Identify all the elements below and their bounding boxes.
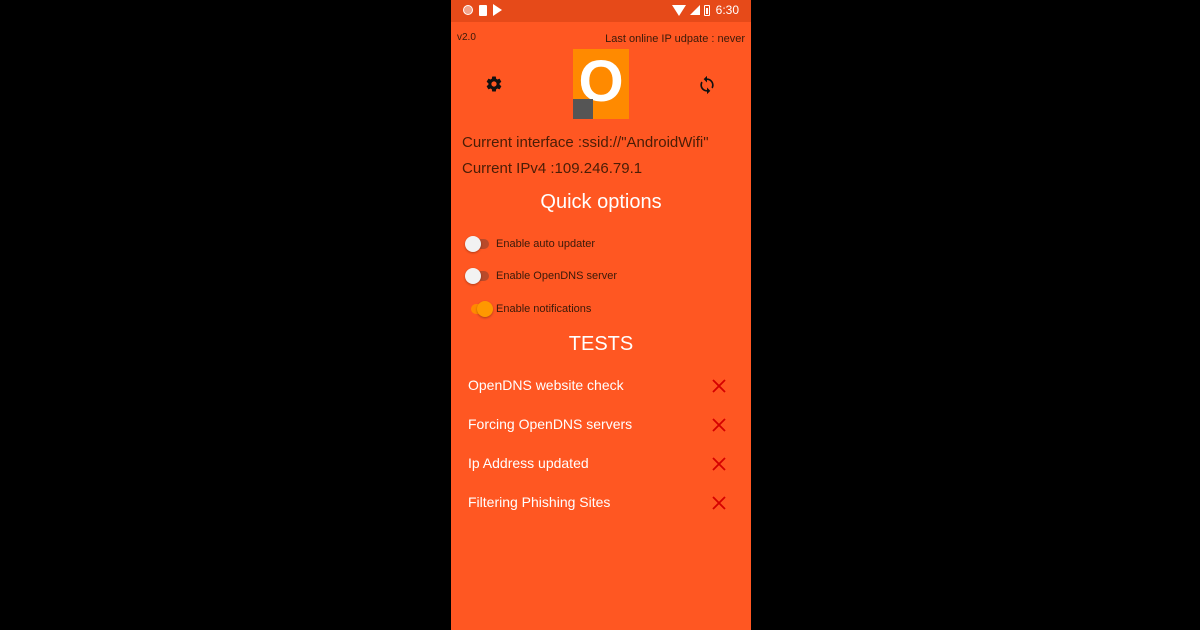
status-time: 6:30 [715,3,739,17]
option-label: Enable notifications [496,303,592,315]
fail-x-icon [712,457,726,471]
app-logo: O [573,49,629,119]
record-icon [463,5,473,15]
fail-x-icon [712,496,726,510]
gear-icon[interactable] [485,75,503,93]
test-row: OpenDNS website check [468,377,738,399]
wifi-icon [671,4,686,16]
logo-sync-badge [573,99,593,119]
last-update-text: Last online IP udpate : never [605,33,745,45]
test-label: Filtering Phishing Sites [468,494,611,510]
current-ipv4: Current IPv4 :109.246.79.1 [462,160,643,177]
notifications-toggle[interactable] [465,301,493,317]
test-row: Ip Address updated [468,455,738,477]
signal-icon [689,5,700,15]
option-label: Enable auto updater [496,238,596,250]
option-label: Enable OpenDNS server [496,270,618,282]
opendns-server-toggle[interactable] [465,268,489,284]
version-label: v2.0 [457,32,476,43]
fail-x-icon [712,418,726,432]
test-row: Filtering Phishing Sites [468,494,738,516]
option-notifications[interactable]: Enable notifications [465,300,591,318]
option-auto-updater[interactable]: Enable auto updater [465,235,595,253]
battery-icon [703,4,710,16]
test-label: OpenDNS website check [468,377,624,393]
app-screen: 6:30 v2.0 Last online IP udpate : never … [451,0,751,630]
test-row: Forcing OpenDNS servers [468,416,738,438]
status-bar: 6:30 [451,0,751,22]
tests-title: TESTS [568,333,634,355]
option-opendns-server[interactable]: Enable OpenDNS server [465,267,617,285]
refresh-icon[interactable] [697,75,717,95]
fail-x-icon [712,379,726,393]
test-label: Forcing OpenDNS servers [468,416,633,432]
current-interface: Current interface :ssid://"AndroidWifi" [462,134,709,151]
play-store-icon [493,4,502,16]
auto-updater-toggle[interactable] [465,236,489,252]
test-label: Ip Address updated [468,455,589,471]
sd-card-icon [479,4,487,16]
quick-options-title: Quick options [540,191,662,213]
